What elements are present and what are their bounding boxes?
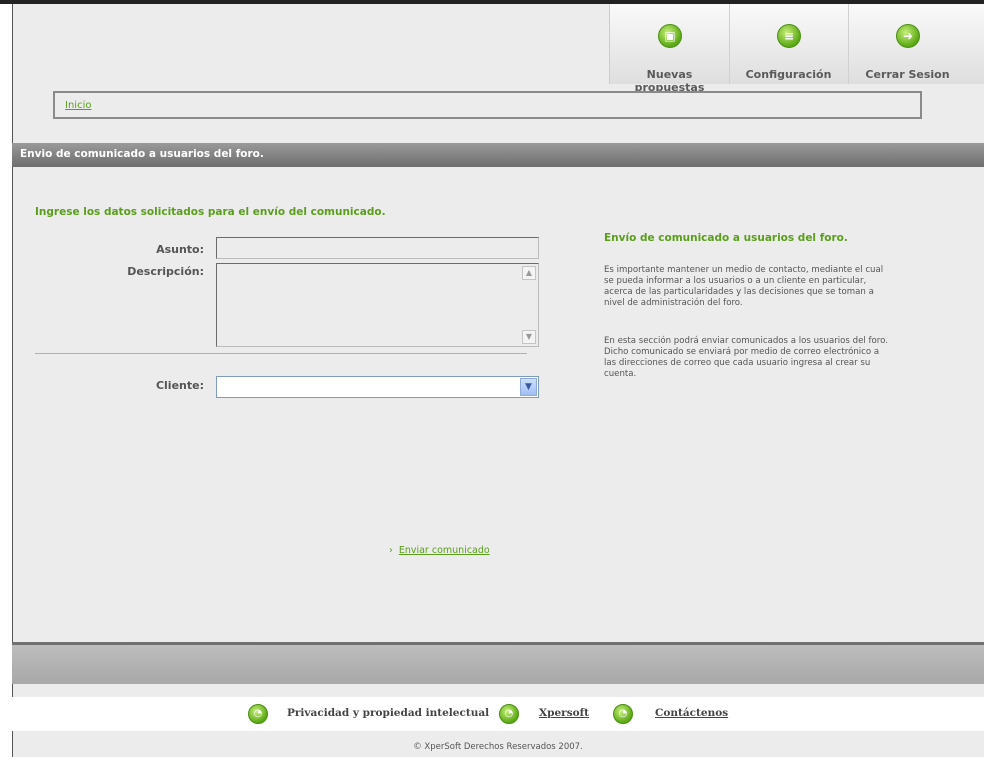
- nav-label: Configuración: [745, 68, 832, 81]
- scroll-up-icon[interactable]: ▲: [522, 266, 536, 280]
- top-navigation: ▣ Nuevas propuestas ≡ Configuración ➜ Ce…: [609, 4, 984, 94]
- document-icon: ≡: [777, 24, 801, 48]
- nav-cerrar-sesion[interactable]: ➜ Cerrar Sesion: [848, 4, 967, 84]
- nav-configuracion[interactable]: ≡ Configuración: [729, 4, 849, 84]
- form-instruction: Ingrese los datos solicitados para el en…: [35, 206, 386, 218]
- info-title: Envío de comunicado a usuarios del foro.: [604, 232, 848, 244]
- cliente-select[interactable]: ▼: [216, 376, 539, 398]
- textarea-scrollbar[interactable]: ▲ ▼: [522, 266, 536, 344]
- asunto-label: Asunto:: [156, 243, 204, 256]
- double-arrow-icon: ›: [389, 545, 393, 556]
- footer-link-icon: ◔: [248, 704, 268, 724]
- scroll-down-icon[interactable]: ▼: [522, 330, 536, 344]
- nav-nuevas-propuestas[interactable]: ▣ Nuevas propuestas: [610, 4, 730, 94]
- box-icon: ▣: [658, 24, 682, 48]
- footer-link-icon: ◔: [499, 704, 519, 724]
- bottom-bar: [12, 642, 984, 684]
- exit-arrow-icon: ➜: [896, 24, 920, 48]
- send-action: › Enviar comunicado: [389, 545, 490, 556]
- descripcion-label: Descripción:: [127, 265, 204, 278]
- chevron-down-icon[interactable]: ▼: [520, 378, 537, 396]
- info-paragraph-2: En esta sección podrá enviar comunicados…: [604, 336, 888, 379]
- copyright: © XperSoft Derechos Reservados 2007.: [413, 742, 583, 752]
- send-message-link[interactable]: Enviar comunicado: [399, 545, 490, 556]
- descripcion-textarea[interactable]: ▲ ▼: [216, 263, 539, 347]
- section-header: Envio de comunicado a usuarios del foro.: [12, 143, 984, 167]
- footer-link-xpersoft[interactable]: Xpersoft: [539, 707, 589, 719]
- breadcrumb-home-link[interactable]: Inicio: [65, 100, 91, 111]
- form-divider: [35, 353, 527, 354]
- nav-label: Cerrar Sesion: [865, 68, 950, 81]
- footer-link-icon: ◔: [613, 704, 633, 724]
- asunto-input[interactable]: [216, 237, 539, 259]
- footer-links: ◔ Privacidad y propiedad intelectual ◔ X…: [12, 697, 984, 731]
- section-title: Envio de comunicado a usuarios del foro.: [20, 148, 264, 160]
- info-paragraph-1: Es importante mantener un medio de conta…: [604, 265, 884, 308]
- breadcrumb: Inicio: [53, 91, 922, 119]
- footer-link-privacidad[interactable]: Privacidad y propiedad intelectual: [287, 707, 489, 719]
- cliente-label: Cliente:: [155, 379, 204, 392]
- footer-link-contactenos[interactable]: Contáctenos: [655, 707, 728, 719]
